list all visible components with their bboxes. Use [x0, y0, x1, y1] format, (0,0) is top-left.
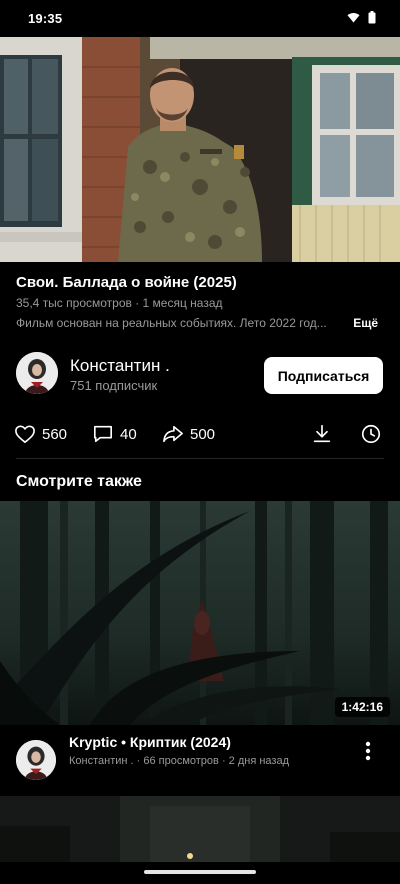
video-description[interactable]: Фильм основан на реальных событиях. Лето… — [16, 316, 384, 334]
video-frame — [0, 37, 400, 262]
duration-badge: 1:42:16 — [334, 697, 390, 717]
status-icons — [347, 11, 376, 24]
like-button[interactable]: 560 — [14, 421, 67, 447]
recommendation-meta: Константин . · 66 просмотров · 2 дня наз… — [69, 755, 289, 767]
subscribe-button[interactable]: Подписаться — [264, 357, 383, 394]
watch-later-button[interactable] — [358, 421, 384, 447]
section-title: Смотрите также — [16, 473, 142, 490]
more-options-button[interactable] — [356, 739, 380, 763]
share-count: 500 — [190, 425, 216, 443]
recommendation-title[interactable]: Kryptic • Криптик (2024) — [69, 734, 231, 750]
status-bar: 19:35 — [0, 0, 400, 37]
comment-icon — [94, 425, 112, 443]
share-button[interactable]: 500 — [162, 421, 215, 447]
wifi-icon — [347, 12, 360, 23]
subscriber-count: 751 подписчик — [70, 378, 158, 393]
more-vert-icon — [365, 741, 371, 761]
recommendation-avatar[interactable] — [16, 740, 56, 780]
download-icon — [313, 424, 331, 443]
comment-count: 40 — [120, 425, 137, 443]
thumbnail-image — [0, 501, 400, 725]
battery-icon — [368, 11, 376, 24]
heart-icon — [15, 425, 35, 443]
video-title: Свои. Баллада о войне (2025) — [16, 274, 237, 291]
recommendation-thumbnail-2[interactable] — [0, 796, 400, 862]
video-player[interactable] — [0, 37, 400, 262]
video-meta: 35,4 тыс просмотров · 1 месяц назад — [16, 296, 223, 310]
channel-name[interactable]: Константин . — [70, 356, 170, 376]
system-nav-bar — [0, 862, 400, 884]
more-button[interactable]: Ещё — [353, 316, 378, 330]
avatar-image — [16, 740, 56, 780]
download-button[interactable] — [309, 421, 335, 447]
description-text: Фильм основан на реальных событиях. Лето… — [16, 316, 327, 330]
clock-icon — [361, 424, 381, 444]
divider — [16, 458, 384, 459]
recommendation-thumbnail[interactable]: 1:42:16 — [0, 501, 400, 725]
share-icon — [163, 425, 183, 443]
channel-avatar[interactable] — [16, 352, 58, 394]
home-gesture-handle[interactable] — [144, 870, 256, 874]
thumbnail-image-2 — [0, 796, 400, 862]
comment-button[interactable]: 40 — [92, 421, 137, 447]
like-count: 560 — [42, 425, 68, 443]
status-time: 19:35 — [28, 11, 63, 26]
avatar-image — [16, 352, 58, 394]
